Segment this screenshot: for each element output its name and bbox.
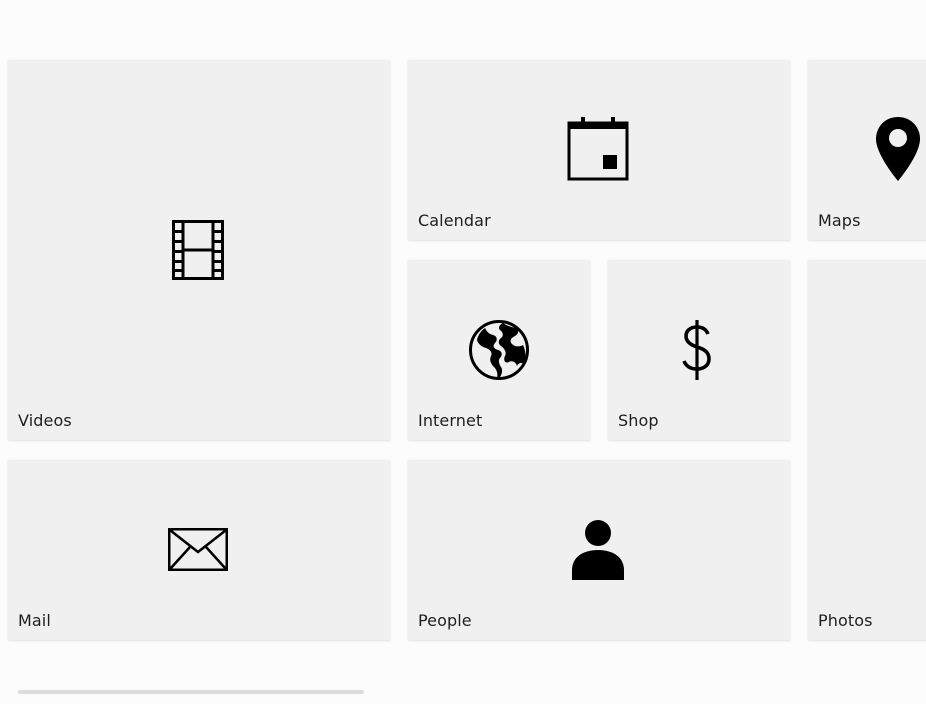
tile-mail[interactable]: Mail	[8, 460, 390, 640]
tile-calendar[interactable]: Calendar	[408, 60, 790, 240]
tile-label-shop: Shop	[618, 411, 659, 430]
person-icon	[572, 520, 624, 580]
tile-photos[interactable]: Photos	[808, 260, 926, 640]
horizontal-scrollbar[interactable]	[18, 690, 364, 694]
tile-label-internet: Internet	[418, 411, 483, 430]
tile-label-people: People	[418, 611, 472, 630]
tile-label-mail: Mail	[18, 611, 51, 630]
envelope-icon	[168, 528, 228, 571]
tile-maps[interactable]: Maps	[808, 60, 926, 240]
film-icon	[172, 220, 224, 280]
globe-icon	[469, 320, 529, 380]
start-screen: Videos Calendar Maps Internet Shop Photo…	[0, 0, 926, 704]
tile-label-videos: Videos	[18, 411, 72, 430]
tile-shop[interactable]: Shop	[608, 260, 790, 440]
tile-people[interactable]: People	[408, 460, 790, 640]
tile-videos[interactable]: Videos	[8, 60, 390, 440]
calendar-icon	[567, 117, 629, 181]
tile-label-maps: Maps	[818, 211, 861, 230]
tile-label-photos: Photos	[818, 611, 873, 630]
dollar-icon	[682, 320, 711, 380]
tile-label-calendar: Calendar	[418, 211, 491, 230]
map-pin-icon	[876, 117, 920, 181]
tile-internet[interactable]: Internet	[408, 260, 590, 440]
